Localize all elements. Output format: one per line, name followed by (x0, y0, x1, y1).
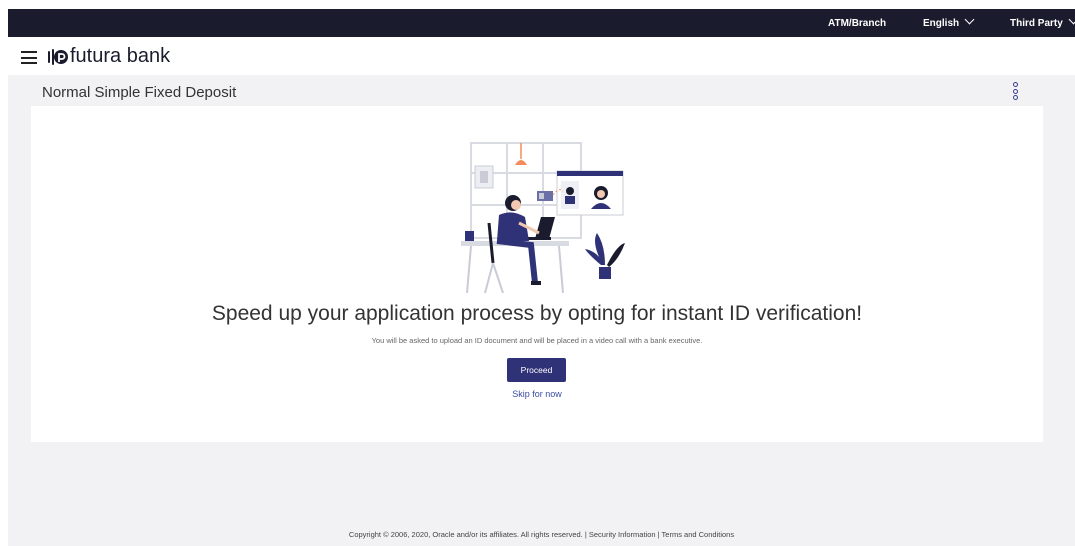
atm-branch-label: ATM/Branch (828, 18, 887, 29)
verification-card: Speed up your application process by opt… (31, 106, 1043, 442)
app-header: futura bank (8, 37, 1075, 75)
page-title: Normal Simple Fixed Deposit (42, 84, 237, 101)
proceed-button[interactable]: Proceed (507, 358, 566, 382)
third-party-label: Third Party (1010, 18, 1063, 29)
verification-headline: Speed up your application process by opt… (211, 302, 863, 325)
futura-bank-logo-icon (48, 49, 68, 65)
skip-for-now-link: Skip for now (31, 389, 1043, 399)
atm-branch-link[interactable]: ATM/Branch (828, 18, 886, 29)
footer-copyright: Copyright © 2006, 2020, Oracle and/or it… (348, 530, 735, 539)
hamburger-menu-icon[interactable] (21, 51, 37, 64)
chevron-down-icon (1068, 14, 1075, 25)
language-dropdown[interactable]: English (923, 14, 975, 29)
app-frame: ATM/Branch English Third Party futura ba… (8, 9, 1075, 546)
skip-for-now-label[interactable]: Skip for now (512, 389, 562, 399)
language-label: English (923, 18, 960, 29)
video-verification-illustration (461, 142, 625, 294)
brand-name[interactable]: futura bank (70, 45, 170, 68)
more-options-icon[interactable] (1010, 82, 1020, 102)
chevron-down-icon (964, 14, 975, 25)
top-bar: ATM/Branch English Third Party (8, 9, 1075, 37)
third-party-dropdown[interactable]: Third Party (1010, 14, 1075, 29)
verification-subtext: You will be asked to upload an ID docume… (371, 336, 703, 345)
